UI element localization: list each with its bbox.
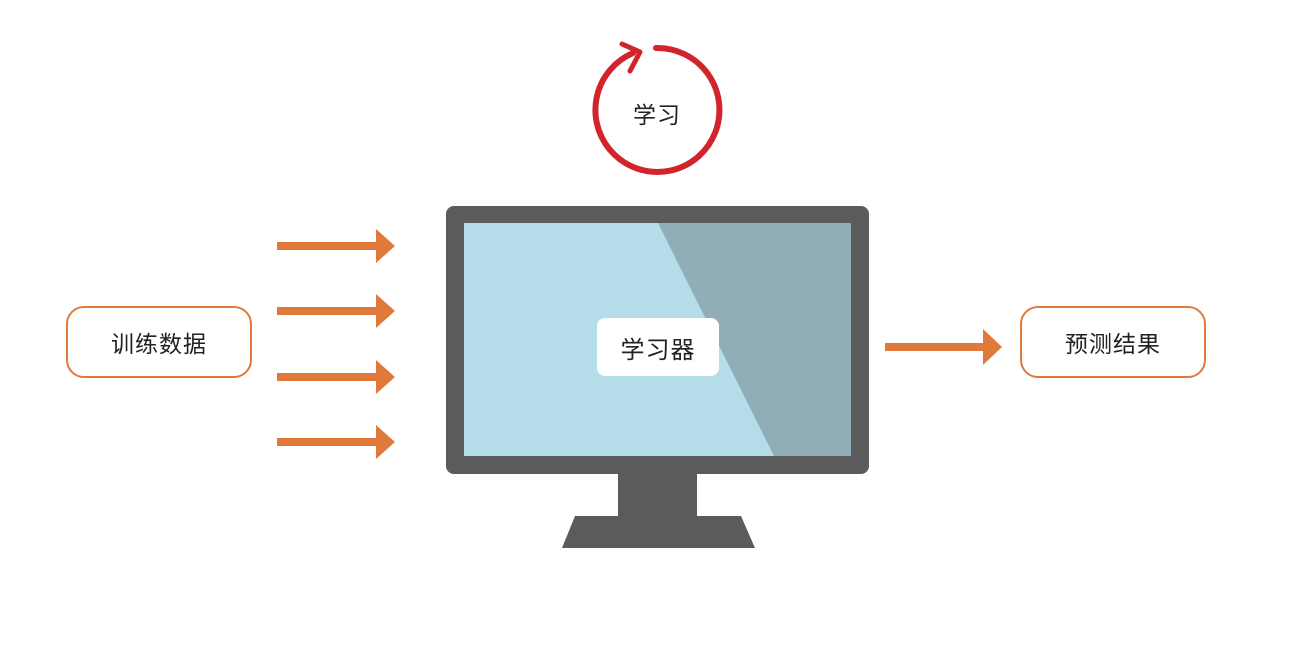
monitor-base: [562, 516, 755, 548]
input-arrows: [277, 229, 395, 459]
learning-process-diagram: 学习 训练数据 学习器 预测结果: [0, 0, 1296, 642]
monitor-icon: [446, 206, 869, 548]
input-arrow-4: [277, 425, 395, 459]
input-box: 训练数据: [66, 306, 252, 378]
output-arrow: [885, 329, 1002, 365]
input-arrow-2: [277, 294, 395, 328]
monitor-neck: [618, 474, 697, 517]
input-arrow-3: [277, 360, 395, 394]
output-box: 预测结果: [1020, 306, 1206, 378]
cycle-label: 学习: [633, 103, 681, 129]
learner-label: 学习器: [597, 318, 719, 376]
input-arrow-1: [277, 229, 395, 263]
